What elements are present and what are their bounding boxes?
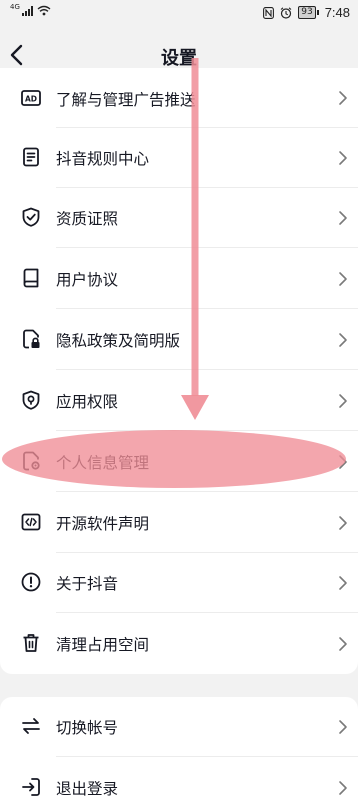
svg-text:AD: AD: [25, 95, 37, 104]
document-gear-icon: [20, 450, 42, 472]
battery-icon: 93: [298, 6, 319, 19]
nfc-icon: [263, 6, 275, 19]
alarm-icon: [280, 6, 292, 19]
settings-item-about[interactable]: 关于抖音: [0, 553, 358, 613]
settings-item-qualifications[interactable]: 资质证照: [0, 188, 358, 248]
settings-item-label: 个人信息管理: [56, 454, 150, 472]
book-icon: [20, 267, 42, 289]
chevron-right-icon: [339, 333, 347, 347]
settings-item-label: 退出登录: [56, 780, 119, 798]
status-bar: 4G 93 7:48: [0, 0, 358, 26]
divider: [56, 491, 358, 492]
settings-item-label: 应用权限: [56, 393, 119, 411]
chevron-right-icon: [339, 394, 347, 408]
settings-item-label: 开源软件声明: [56, 515, 150, 533]
settings-item-label: 资质证照: [56, 210, 119, 228]
divider: [56, 612, 358, 613]
settings-item-label: 抖音规则中心: [56, 150, 150, 168]
code-icon: [20, 511, 42, 533]
page-title: 设置: [161, 48, 197, 69]
divider: [56, 308, 358, 309]
shield-location-icon: [20, 389, 42, 411]
document-list-icon: [20, 146, 42, 168]
ad-icon: AD: [20, 87, 42, 109]
network-type: 4G: [10, 2, 20, 11]
divider: [56, 247, 358, 248]
settings-item-ad-management[interactable]: AD 了解与管理广告推送: [0, 68, 358, 128]
chevron-right-icon: [339, 576, 347, 590]
settings-item-app-permissions[interactable]: 应用权限: [0, 371, 358, 431]
signal-icon: [21, 5, 33, 16]
divider: [56, 756, 358, 757]
settings-item-privacy-policy[interactable]: 隐私政策及简明版: [0, 310, 358, 370]
divider: [56, 369, 358, 370]
account-card: 切换帐号 退出登录: [0, 697, 358, 807]
settings-item-label: 用户协议: [56, 271, 119, 289]
chevron-right-icon: [339, 151, 347, 165]
info-circle-icon: [20, 571, 42, 593]
settings-list-card: AD 了解与管理广告推送 抖音规则中心 资质证照 用户协议 隐私政策及简明版 应…: [0, 68, 358, 674]
settings-item-open-source[interactable]: 开源软件声明: [0, 493, 358, 553]
settings-item-label: 关于抖音: [56, 575, 119, 593]
clock: 7:48: [324, 5, 350, 20]
divider: [56, 430, 358, 431]
settings-item-label: 切换帐号: [56, 719, 119, 737]
settings-item-switch-account[interactable]: 切换帐号: [0, 697, 358, 757]
status-right: 93 7:48: [263, 5, 350, 20]
status-left: 4G: [10, 2, 51, 16]
settings-item-label: 清理占用空间: [56, 636, 150, 654]
settings-item-logout[interactable]: 退出登录: [0, 758, 358, 807]
battery-level: 93: [298, 6, 316, 19]
settings-item-clear-storage[interactable]: 清理占用空间: [0, 614, 358, 674]
chevron-right-icon: [339, 91, 347, 105]
logout-icon: [20, 776, 42, 798]
chevron-right-icon: [339, 637, 347, 651]
shield-check-icon: [20, 206, 42, 228]
trash-icon: [20, 632, 42, 654]
chevron-right-icon: [339, 211, 347, 225]
switch-arrows-icon: [20, 715, 42, 737]
settings-item-label: 隐私政策及简明版: [56, 332, 181, 350]
document-lock-icon: [20, 328, 42, 350]
chevron-right-icon: [339, 781, 347, 795]
settings-item-user-agreement[interactable]: 用户协议: [0, 249, 358, 309]
chevron-right-icon: [339, 455, 347, 469]
chevron-right-icon: [339, 720, 347, 734]
settings-item-rules-center[interactable]: 抖音规则中心: [0, 128, 358, 188]
wifi-icon: [37, 5, 51, 16]
chevron-right-icon: [339, 516, 347, 530]
settings-item-label: 了解与管理广告推送: [56, 91, 196, 109]
chevron-right-icon: [339, 272, 347, 286]
settings-item-personal-info[interactable]: 个人信息管理: [0, 432, 358, 492]
